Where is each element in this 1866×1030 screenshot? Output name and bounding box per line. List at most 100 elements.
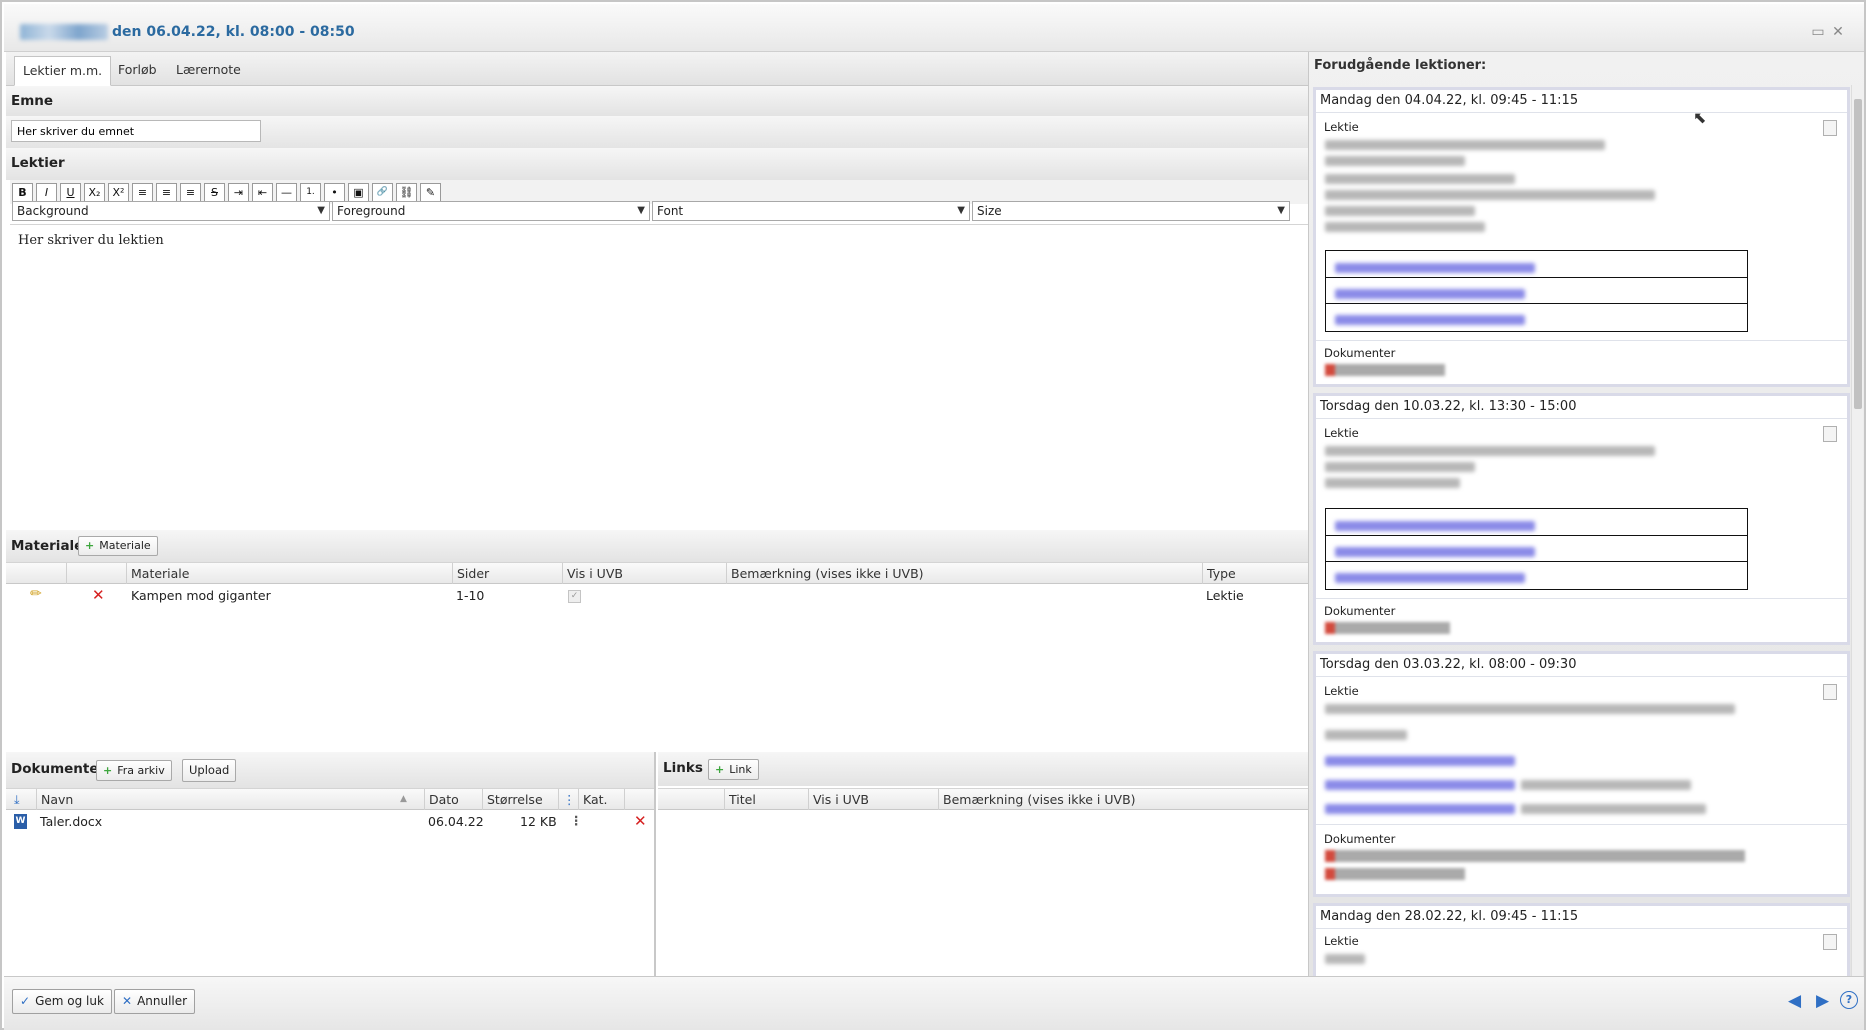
unordered-list-button[interactable]: • <box>324 183 345 202</box>
cancel-button[interactable]: ✕ Annuller <box>114 989 196 1014</box>
foreground-select[interactable]: Foreground ▼ <box>332 201 650 221</box>
column-bemaerkning[interactable]: Bemærkning (vises ikke i UVB) <box>938 789 1136 810</box>
ordered-list-button[interactable]: 1. <box>300 183 321 202</box>
redacted-link[interactable] <box>1335 289 1525 299</box>
image-button[interactable]: ▣ <box>348 183 369 202</box>
redacted-link[interactable] <box>1335 263 1535 273</box>
redacted-text <box>1521 804 1706 814</box>
tab-laerernote[interactable]: Lærernote <box>168 56 249 86</box>
superscript-button[interactable]: X² <box>108 183 129 202</box>
chevron-down-icon: ▼ <box>637 205 645 216</box>
edit-pencil-icon[interactable]: ✏ <box>30 586 42 602</box>
tab-lektier[interactable]: Lektier m.m. <box>14 56 112 86</box>
background-select-label: Background <box>17 204 89 218</box>
fra-arkiv-button[interactable]: + Fra arkiv <box>96 760 172 781</box>
bold-button[interactable]: B <box>12 183 33 202</box>
plus-icon: + <box>103 764 113 777</box>
previous-arrow-icon[interactable]: ◀ <box>1788 991 1801 1011</box>
redacted-document[interactable] <box>1325 850 1745 862</box>
lektie-label: Lektie <box>1324 684 1359 698</box>
copy-icon[interactable] <box>1823 120 1837 136</box>
background-select[interactable]: Background ▼ <box>12 201 330 221</box>
redacted-link[interactable] <box>1325 780 1515 790</box>
column-stoerrelse[interactable]: Størrelse <box>482 789 543 810</box>
previous-lessons-header: Forudgående lektioner: <box>1314 58 1487 73</box>
column-titel[interactable]: Titel <box>724 789 756 810</box>
format-selects: Background ▼ Foreground ▼ Font ▼ Size ▼ <box>10 201 1308 223</box>
strikethrough-button[interactable]: S <box>204 183 225 202</box>
add-materiale-button[interactable]: + Materiale <box>78 536 158 556</box>
column-bemaerkning[interactable]: Bemærkning (vises ikke i UVB) <box>726 563 924 584</box>
font-select[interactable]: Font ▼ <box>652 201 970 221</box>
column-navn[interactable]: Navn <box>36 789 73 810</box>
redacted-link[interactable] <box>1325 756 1515 766</box>
redacted-link[interactable] <box>1325 804 1515 814</box>
column-type[interactable]: Type <box>1202 563 1236 584</box>
redacted-text <box>1325 156 1465 166</box>
redacted-link[interactable] <box>1335 521 1535 531</box>
column-materiale[interactable]: Materiale <box>126 563 189 584</box>
redacted-document[interactable] <box>1325 364 1445 376</box>
vis-i-uvb-checkbox[interactable]: ✓ <box>568 590 581 603</box>
maximize-icon[interactable]: ▭ <box>1810 24 1826 40</box>
column-menu-icon[interactable]: ⋮ <box>558 789 576 810</box>
column-kat[interactable]: Kat. <box>578 789 608 810</box>
vertical-scrollbar[interactable] <box>1851 85 1863 976</box>
table-row[interactable]: ✏ ✕ Kampen mod giganter 1-10 ✓ Lektie <box>6 586 1308 608</box>
previous-lessons-list[interactable]: Mandag den 04.04.22, kl. 09:45 - 11:15 L… <box>1313 85 1850 976</box>
underline-button[interactable]: U <box>60 183 81 202</box>
table-row[interactable]: W Taler.docx 06.04.22 12 KB ⋮ ✕ <box>6 812 654 834</box>
copy-icon[interactable] <box>1823 426 1837 442</box>
redacted-link[interactable] <box>1335 573 1525 583</box>
copy-icon[interactable] <box>1823 684 1837 700</box>
delete-icon[interactable]: ✕ <box>634 812 647 830</box>
links-table <box>1325 250 1748 332</box>
redacted-link[interactable] <box>1335 315 1525 325</box>
emne-input[interactable] <box>11 120 261 142</box>
tab-forloeb[interactable]: Forløb <box>110 56 165 86</box>
scrollbar-thumb[interactable] <box>1854 99 1862 409</box>
materiale-sider: 1-10 <box>456 588 485 603</box>
clear-format-button[interactable]: ✎ <box>420 183 441 202</box>
upload-button[interactable]: Upload <box>182 759 237 782</box>
column-sider[interactable]: Sider <box>452 563 489 584</box>
subscript-button[interactable]: X₂ <box>84 183 105 202</box>
outdent-button[interactable]: ⇤ <box>252 183 273 202</box>
divider <box>1316 676 1847 677</box>
column-dato[interactable]: Dato <box>424 789 459 810</box>
redacted-document[interactable] <box>1325 622 1450 634</box>
column-vis-i-uvb[interactable]: Vis i UVB <box>808 789 869 810</box>
sort-asc-icon[interactable]: ▲ <box>396 789 407 810</box>
italic-button[interactable]: I <box>36 183 57 202</box>
column-vis-i-uvb[interactable]: Vis i UVB <box>562 563 623 584</box>
delete-icon[interactable]: ✕ <box>92 586 105 604</box>
lektier-editor[interactable]: Her skriver du lektien <box>10 224 1308 579</box>
align-center-button[interactable]: ≡ <box>156 183 177 202</box>
materiale-name: Kampen mod giganter <box>131 588 271 603</box>
align-left-button[interactable]: ≡ <box>132 183 153 202</box>
more-options-icon[interactable]: ⋮ <box>570 813 583 828</box>
lesson-date: Mandag den 28.02.22, kl. 09:45 - 11:15 <box>1320 909 1579 924</box>
next-arrow-icon[interactable]: ▶ <box>1816 991 1829 1011</box>
redacted-document[interactable] <box>1325 868 1465 880</box>
document-name[interactable]: Taler.docx <box>40 814 102 829</box>
align-right-button[interactable]: ≡ <box>180 183 201 202</box>
close-icon[interactable]: ✕ <box>1830 24 1846 40</box>
lesson-dialog: den 06.04.22, kl. 08:00 - 08:50 ▭ ✕ Lekt… <box>0 0 1866 1030</box>
editor-content[interactable]: Her skriver du lektien <box>18 233 164 248</box>
divider <box>1326 303 1747 304</box>
link-button[interactable]: 🔗 <box>372 183 393 202</box>
tab-bar: Lektier m.m. Forløb Lærernote <box>6 52 1308 86</box>
horizontal-rule-button[interactable]: — <box>276 183 297 202</box>
unlink-button[interactable]: ⛓ <box>396 183 417 202</box>
divider <box>1316 928 1847 929</box>
copy-icon[interactable] <box>1823 934 1837 950</box>
lesson-card: Torsdag den 10.03.22, kl. 13:30 - 15:00 … <box>1313 393 1850 645</box>
indent-button[interactable]: ⇥ <box>228 183 249 202</box>
redacted-link[interactable] <box>1335 547 1535 557</box>
download-icon[interactable]: ⤓ <box>10 789 20 810</box>
help-icon[interactable]: ? <box>1840 991 1858 1009</box>
add-link-button[interactable]: + Link <box>708 759 759 780</box>
size-select[interactable]: Size ▼ <box>972 201 1290 221</box>
save-close-button[interactable]: ✓ Gem og luk <box>12 989 112 1014</box>
